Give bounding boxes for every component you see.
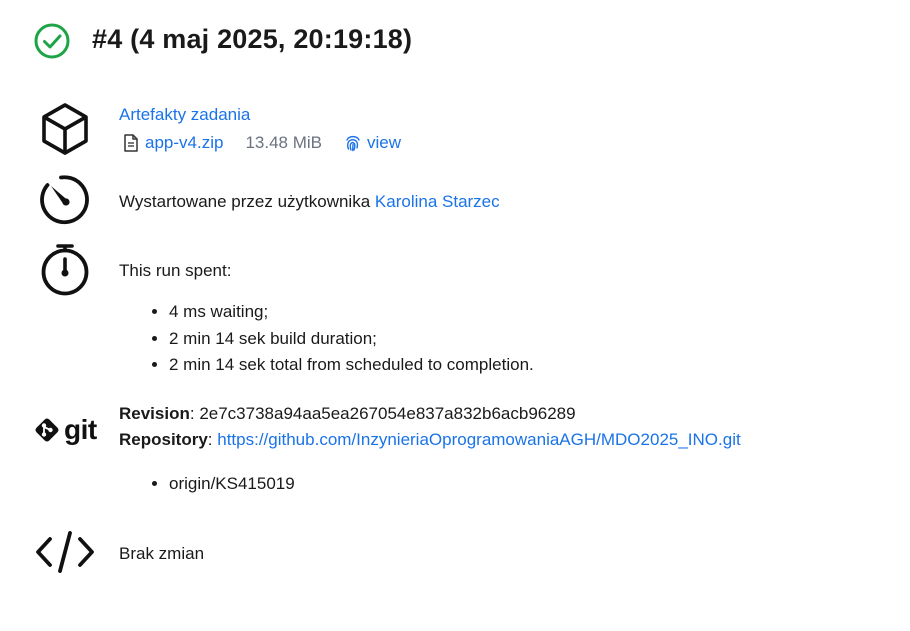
page-title: #4 (4 maj 2025, 20:19:18) (92, 24, 413, 54)
gauge-icon (39, 174, 91, 231)
file-icon (123, 134, 139, 152)
fingerprint-icon (344, 134, 367, 152)
artifact-view-link[interactable]: view (344, 133, 401, 153)
stopwatch-icon (39, 243, 91, 302)
cube-icon (38, 102, 92, 161)
timing-heading: This run spent: (119, 261, 232, 280)
artifact-file-link[interactable]: app-v4.zip (145, 133, 223, 153)
repository-link[interactable]: https://github.com/InzynieriaOprogramowa… (217, 430, 740, 449)
git-logo-text: git (64, 414, 97, 445)
list-item: origin/KS415019 (169, 471, 295, 498)
view-label: view (366, 133, 401, 152)
list-item: 2 min 14 sek build duration; (169, 326, 534, 353)
branch-list: origin/KS415019 (119, 471, 295, 498)
code-icon (35, 530, 95, 579)
artifact-item: app-v4.zip 13.48 MiB view (123, 132, 401, 154)
started-by: Wystartowane przez użytkownika Karolina … (119, 191, 500, 213)
git-logo-icon: git (33, 416, 97, 444)
repository-label: Repository (119, 430, 208, 449)
user-link[interactable]: Karolina Starzec (375, 192, 500, 211)
list-item: 2 min 14 sek total from scheduled to com… (169, 352, 534, 379)
revision-hash: 2e7c3738a94aa5ea267054e837a832b6acb96289 (199, 404, 576, 423)
artifacts-link[interactable]: Artefakty zadania (119, 104, 250, 126)
list-item: 4 ms waiting; (169, 299, 534, 326)
artifact-size: 13.48 MiB (245, 133, 322, 152)
repository-line: Repository: https://github.com/Inzynieri… (119, 430, 741, 449)
changes-text: Brak zmian (119, 544, 205, 563)
revision-line: Revision: 2e7c3738a94aa5ea267054e837a832… (119, 404, 576, 423)
revision-label: Revision (119, 404, 190, 423)
timing-list: 4 ms waiting; 2 min 14 sek build duratio… (119, 299, 534, 379)
started-by-prefix: Wystartowane przez użytkownika (119, 192, 371, 211)
success-check-icon (33, 22, 71, 60)
